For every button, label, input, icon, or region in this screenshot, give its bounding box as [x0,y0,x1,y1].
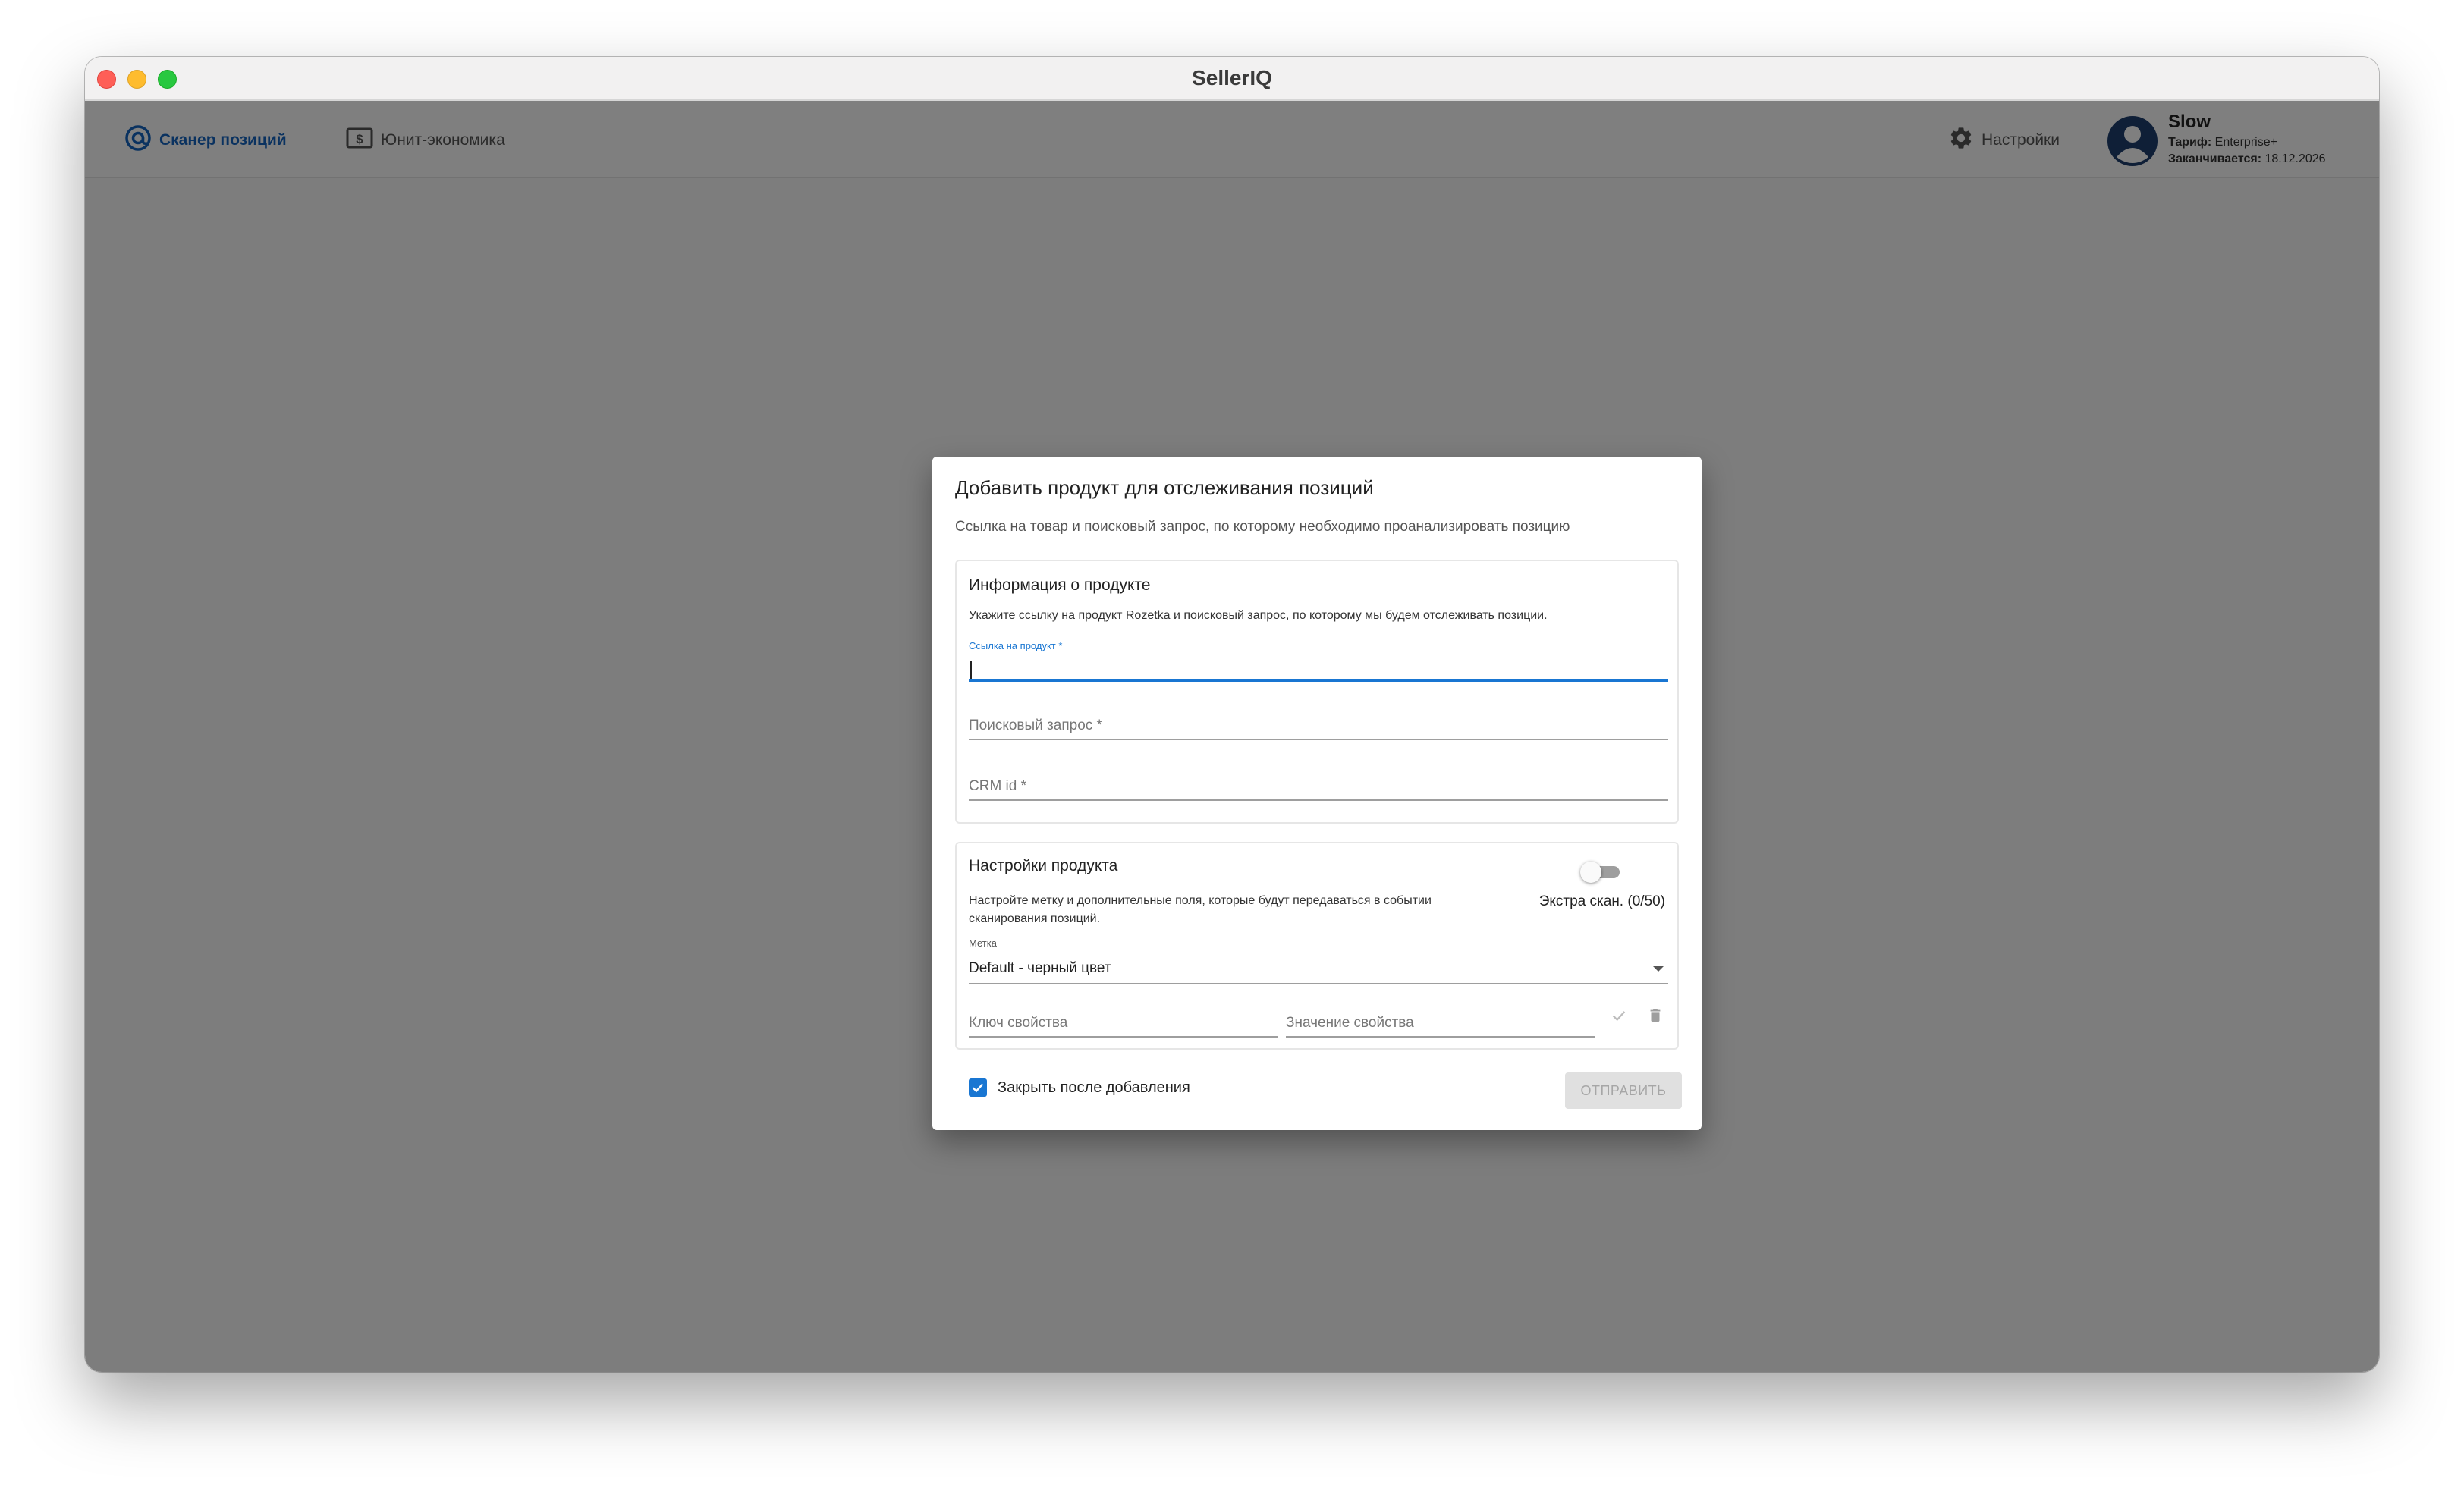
search-query-placeholder: Поисковый запрос * [969,717,1102,733]
product-settings-description: Настройте метку и дополнительные поля, к… [969,894,1432,925]
search-query-input[interactable]: Поисковый запрос * [969,710,1668,740]
tag-select[interactable]: Default - черный цвет [969,954,1668,984]
crm-id-field: CRM id * [969,771,1668,801]
dialog-subtitle: Ссылка на товар и поисковый запрос, по к… [955,519,1570,535]
extra-scan-toggle[interactable] [1580,862,1623,883]
window-title: SellerIQ [1192,66,1272,89]
product-settings-card: Настройки продукта Настройте метку и доп… [955,842,1679,1050]
search-query-field: Поисковый запрос * [969,710,1668,740]
product-link-label: Ссылка на продукт * [969,640,1063,651]
submit-button[interactable]: ОТПРАВИТЬ [1565,1072,1682,1109]
checkbox-checked-icon[interactable] [969,1078,987,1097]
close-after-add-label: Закрыть после добавления [998,1078,1190,1096]
close-after-add-row[interactable]: Закрыть после добавления [969,1078,1190,1097]
property-key-input[interactable]: Ключ свойства [969,1006,1278,1038]
toggle-thumb [1580,862,1601,883]
crm-id-input[interactable]: CRM id * [969,771,1668,801]
product-link-field: Ссылка на продукт * [969,640,1668,682]
property-key-placeholder: Ключ свойства [969,1015,1068,1031]
tag-label: Метка [969,937,997,949]
product-info-description: Укажите ссылку на продукт Rozetka и поис… [969,609,1548,622]
product-info-title: Информация о продукте [969,576,1151,594]
property-value-input[interactable]: Значение свойства [1286,1006,1595,1038]
product-info-card: Информация о продукте Укажите ссылку на … [955,560,1679,824]
tag-select-value: Default - черный цвет [969,960,1111,976]
add-product-dialog: Добавить продукт для отслеживания позици… [932,457,1702,1130]
trash-icon[interactable] [1644,1004,1667,1027]
dialog-title: Добавить продукт для отслеживания позици… [955,476,1374,499]
check-icon[interactable] [1608,1004,1630,1027]
extra-scan-label: Экстра скан. (0/50) [1538,893,1665,909]
text-caret [970,661,972,679]
title-bar: SellerIQ [85,57,2379,101]
property-value-placeholder: Значение свойства [1286,1015,1414,1031]
product-settings-title: Настройки продукта [969,857,1118,874]
chevron-down-icon [1653,966,1664,972]
crm-id-placeholder: CRM id * [969,778,1027,794]
app-window: SellerIQ Сканер позиций $ [85,57,2379,1372]
product-link-input[interactable] [969,651,1668,682]
